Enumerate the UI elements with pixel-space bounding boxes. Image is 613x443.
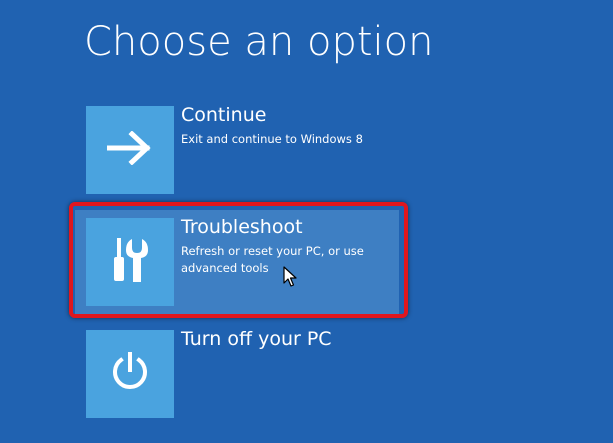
recovery-screen: { "page": { "title": "Choose an option",… [0,0,613,443]
power-icon [108,350,152,398]
page-title: Choose an option [84,19,434,65]
arrow-right-icon [106,130,153,169]
continue-option[interactable]: Continue Exit and continue to Windows 8 [86,104,406,194]
continue-tile[interactable] [86,106,174,194]
continue-description: Exit and continue to Windows 8 [181,132,363,146]
troubleshoot-tile[interactable] [86,218,174,306]
tools-icon [110,236,150,288]
troubleshoot-label: Troubleshoot [181,216,303,238]
turn-off-tile[interactable] [86,330,174,418]
troubleshoot-option[interactable]: Troubleshoot Refresh or reset your PC, o… [75,210,406,314]
continue-label: Continue [181,104,267,126]
mouse-pointer-icon [283,266,297,292]
turn-off-option[interactable]: Turn off your PC [86,328,406,418]
turn-off-label: Turn off your PC [181,328,332,350]
